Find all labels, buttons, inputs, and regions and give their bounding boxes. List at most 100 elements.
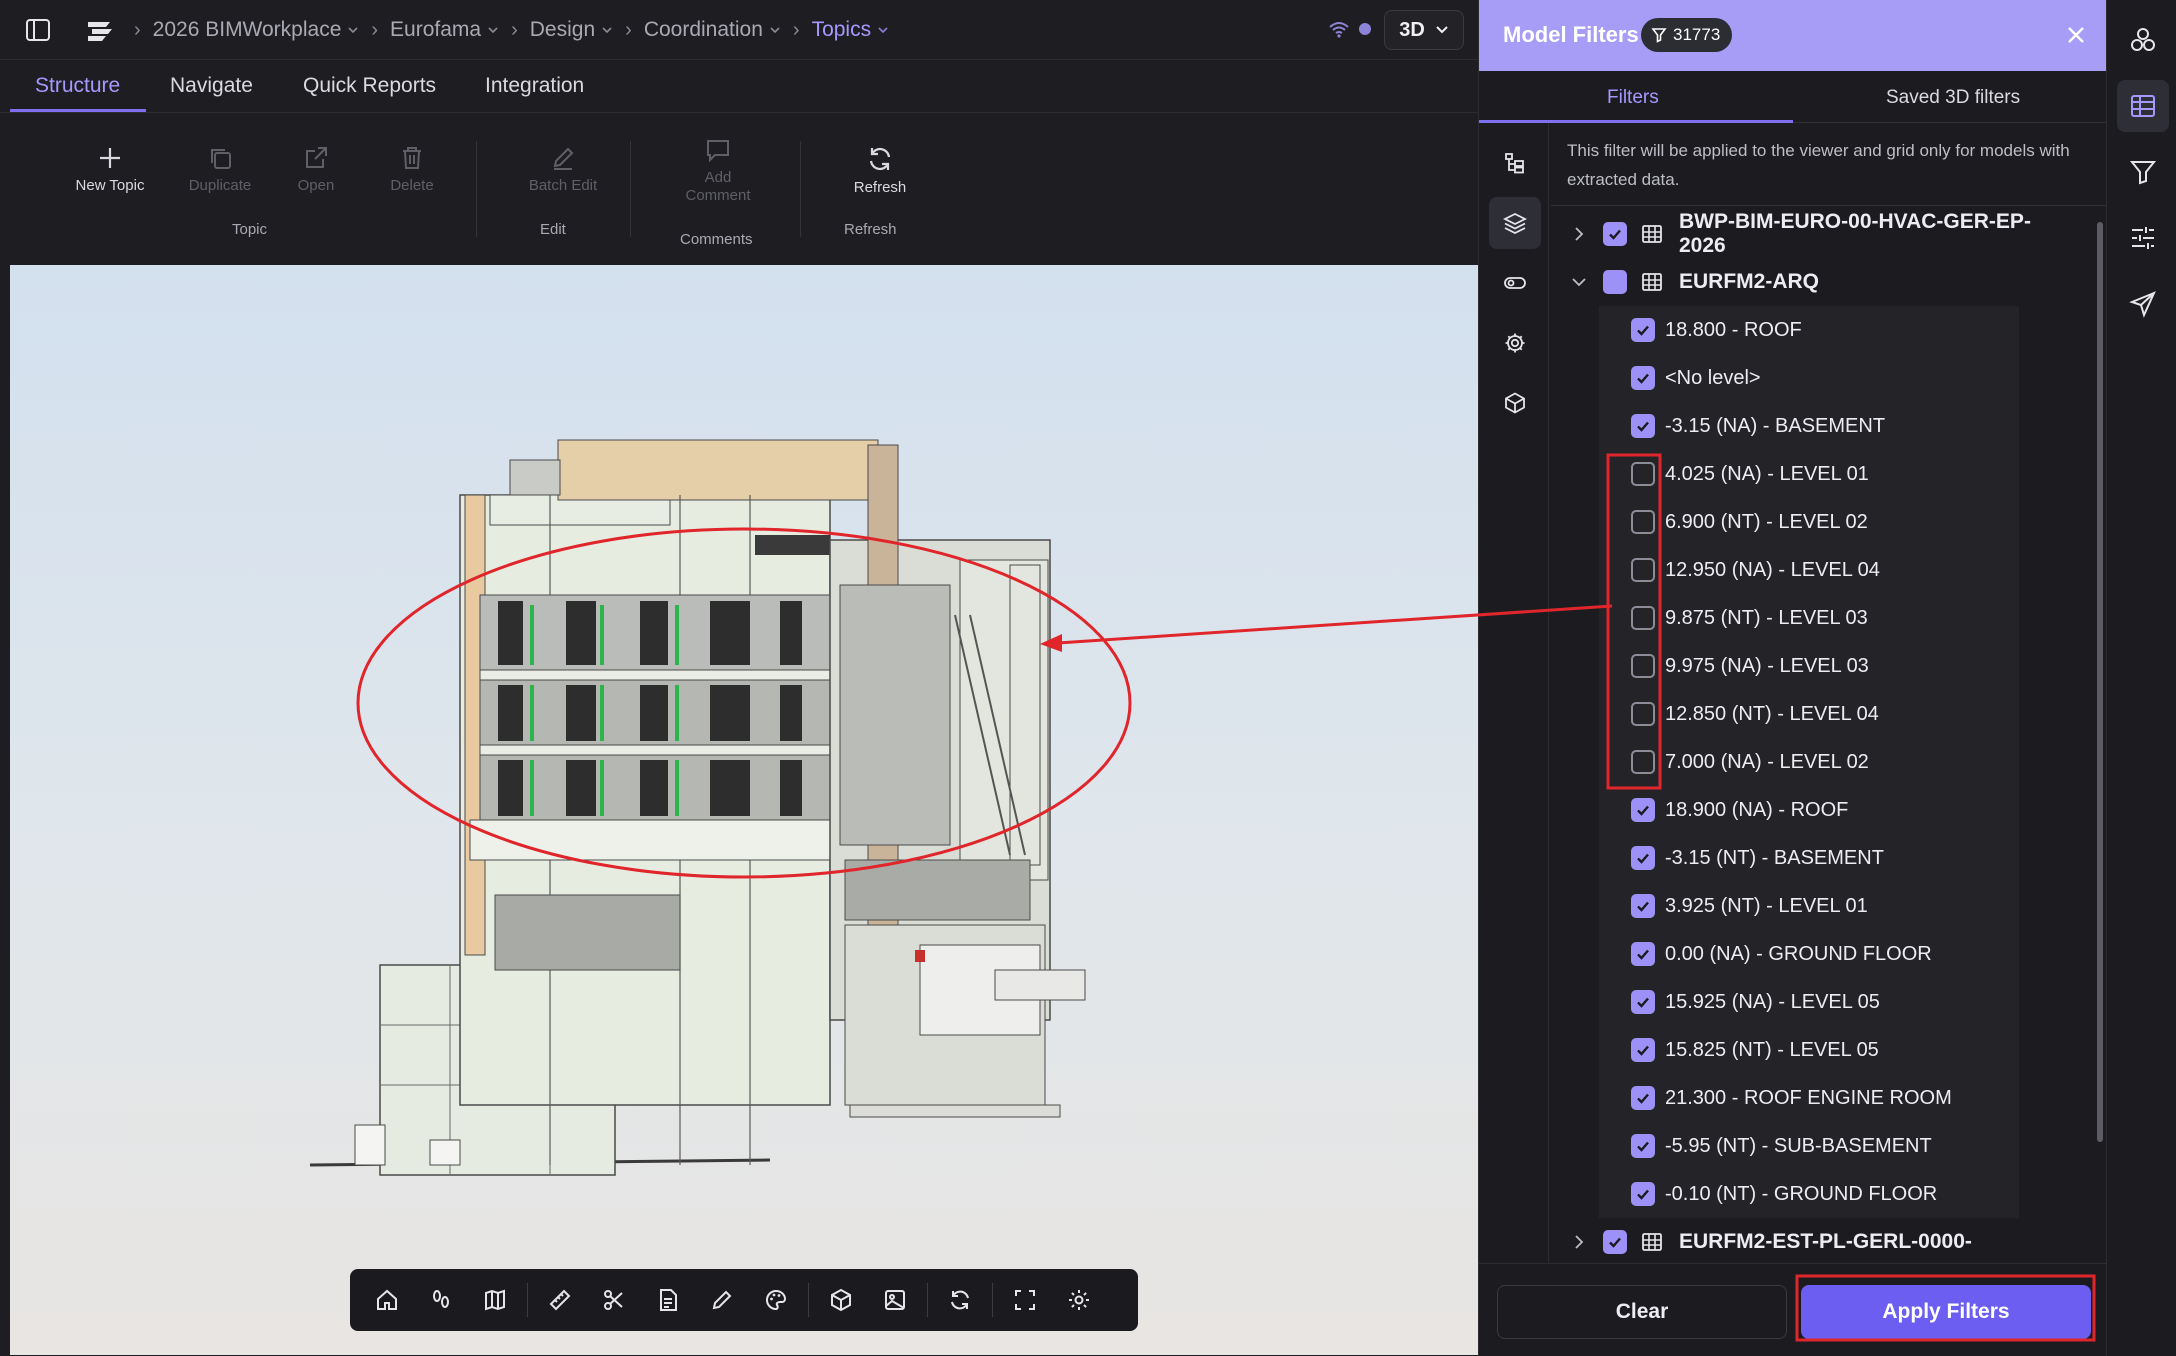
open-button[interactable]: Open <box>276 145 356 195</box>
level-checkbox[interactable] <box>1631 798 1655 822</box>
level-checkbox[interactable] <box>1631 558 1655 582</box>
level-checkbox[interactable] <box>1631 702 1655 726</box>
level-checkbox[interactable] <box>1631 462 1655 486</box>
tab-navigate[interactable]: Navigate <box>170 60 253 112</box>
add-comment-button[interactable]: Add Comment <box>666 137 770 205</box>
level-checkbox[interactable] <box>1631 1182 1655 1206</box>
toggle-icon[interactable] <box>1489 257 1541 309</box>
refresh-icon[interactable] <box>933 1273 987 1327</box>
model-checkbox[interactable] <box>1603 1230 1627 1254</box>
tab-saved-3d-filters[interactable]: Saved 3D filters <box>1886 87 2020 109</box>
level-checkbox[interactable] <box>1631 894 1655 918</box>
tab-quick-reports[interactable]: Quick Reports <box>303 60 436 112</box>
models-icon[interactable] <box>2117 14 2169 66</box>
tab-integration[interactable]: Integration <box>485 60 584 112</box>
building-model[interactable] <box>10 265 1478 1355</box>
level-row[interactable]: -3.15 (NT) - BASEMENT <box>1599 834 2019 882</box>
level-checkbox[interactable] <box>1631 990 1655 1014</box>
tab-structure[interactable]: Structure <box>35 60 120 112</box>
model-row[interactable]: EURFM2-ARQ <box>1559 258 2039 306</box>
clear-button[interactable]: Clear <box>1497 1285 1787 1339</box>
tree-scrollbar[interactable] <box>2097 222 2103 1142</box>
level-row[interactable]: 18.800 - ROOF <box>1599 306 2019 354</box>
level-checkbox[interactable] <box>1631 942 1655 966</box>
view-mode-select[interactable]: 3D <box>1384 10 1464 50</box>
section-cut-icon[interactable] <box>587 1273 641 1327</box>
measure-icon[interactable] <box>533 1273 587 1327</box>
batch-edit-button[interactable]: Batch Edit <box>510 145 616 195</box>
delete-button[interactable]: Delete <box>372 145 452 195</box>
level-row[interactable]: 6.900 (NT) - LEVEL 02 <box>1599 498 2019 546</box>
map-icon[interactable] <box>468 1273 522 1327</box>
duplicate-button[interactable]: Duplicate <box>170 145 270 195</box>
box-icon[interactable] <box>1489 377 1541 429</box>
level-row[interactable]: 12.850 (NT) - LEVEL 04 <box>1599 690 2019 738</box>
model-row[interactable]: BWP-BIM-EURO-00-HVAC-GER-EP-2026 <box>1559 210 2039 258</box>
chevron-right-icon[interactable] <box>1571 226 1587 242</box>
settings-icon[interactable] <box>1052 1273 1106 1327</box>
model-row[interactable]: EURFM2-EST-PL-GERL-0000- <box>1559 1218 2039 1265</box>
document-icon[interactable] <box>641 1273 695 1327</box>
model-checkbox[interactable] <box>1603 222 1627 246</box>
level-checkbox[interactable] <box>1631 366 1655 390</box>
3d-viewer[interactable] <box>10 265 1478 1355</box>
level-checkbox[interactable] <box>1631 1038 1655 1062</box>
level-row[interactable]: 9.975 (NA) - LEVEL 03 <box>1599 642 2019 690</box>
level-checkbox[interactable] <box>1631 654 1655 678</box>
breadcrumb-item-workspace[interactable]: 2026 BIMWorkplace <box>153 18 360 42</box>
breadcrumb-item-topics[interactable]: Topics <box>812 18 890 42</box>
palette-icon[interactable] <box>749 1273 803 1327</box>
apply-filters-button[interactable]: Apply Filters <box>1801 1285 2091 1339</box>
level-row[interactable]: 15.925 (NA) - LEVEL 05 <box>1599 978 2019 1026</box>
level-row[interactable]: 7.000 (NA) - LEVEL 02 <box>1599 738 2019 786</box>
sliders-icon[interactable] <box>2117 212 2169 264</box>
home-icon[interactable] <box>360 1273 414 1327</box>
level-checkbox[interactable] <box>1631 1086 1655 1110</box>
chevron-down-icon <box>770 27 780 34</box>
cube-icon[interactable] <box>814 1273 868 1327</box>
breadcrumb-separator: › <box>792 18 800 41</box>
breadcrumb-item-project[interactable]: Eurofama <box>390 18 499 42</box>
level-checkbox[interactable] <box>1631 510 1655 534</box>
tree-icon[interactable] <box>1489 137 1541 189</box>
level-row[interactable]: -0.10 (NT) - GROUND FLOOR <box>1599 1170 2019 1218</box>
chevron-right-icon[interactable] <box>1571 1234 1587 1250</box>
level-row[interactable]: -5.95 (NT) - SUB-BASEMENT <box>1599 1122 2019 1170</box>
tab-filters[interactable]: Filters <box>1607 87 1659 109</box>
level-checkbox[interactable] <box>1631 846 1655 870</box>
table-icon[interactable] <box>2117 80 2169 132</box>
level-checkbox[interactable] <box>1631 1134 1655 1158</box>
new-topic-button[interactable]: New Topic <box>54 145 166 195</box>
sidebar-toggle-icon[interactable] <box>24 16 52 44</box>
ribbon-toolbar: New Topic Duplicate Open Delete Topic Ba… <box>10 113 1478 264</box>
walk-icon[interactable] <box>414 1273 468 1327</box>
layers-icon[interactable] <box>1489 197 1541 249</box>
markup-pen-icon[interactable] <box>695 1273 749 1327</box>
fullscreen-icon[interactable] <box>998 1273 1052 1327</box>
refresh-button[interactable]: Refresh <box>830 145 930 197</box>
breadcrumb-item-design[interactable]: Design <box>530 18 613 42</box>
close-icon[interactable] <box>2065 24 2087 46</box>
send-icon[interactable] <box>2117 278 2169 330</box>
level-checkbox[interactable] <box>1631 318 1655 342</box>
level-checkbox[interactable] <box>1631 414 1655 438</box>
level-row[interactable]: -3.15 (NA) - BASEMENT <box>1599 402 2019 450</box>
app-logo-icon[interactable] <box>84 16 116 44</box>
level-row[interactable]: 4.025 (NA) - LEVEL 01 <box>1599 450 2019 498</box>
level-row[interactable]: 18.900 (NA) - ROOF <box>1599 786 2019 834</box>
filter-icon[interactable] <box>2117 146 2169 198</box>
gear-icon[interactable] <box>1489 317 1541 369</box>
model-checkbox[interactable] <box>1603 270 1627 294</box>
level-checkbox[interactable] <box>1631 750 1655 774</box>
breadcrumb-item-coordination[interactable]: Coordination <box>644 18 781 42</box>
level-row[interactable]: 12.950 (NA) - LEVEL 04 <box>1599 546 2019 594</box>
level-row[interactable]: <No level> <box>1599 354 2019 402</box>
level-row[interactable]: 9.875 (NT) - LEVEL 03 <box>1599 594 2019 642</box>
level-row[interactable]: 3.925 (NT) - LEVEL 01 <box>1599 882 2019 930</box>
level-row[interactable]: 0.00 (NA) - GROUND FLOOR <box>1599 930 2019 978</box>
level-row[interactable]: 21.300 - ROOF ENGINE ROOM <box>1599 1074 2019 1122</box>
level-checkbox[interactable] <box>1631 606 1655 630</box>
chevron-down-icon[interactable] <box>1571 274 1587 290</box>
image-icon[interactable] <box>868 1273 922 1327</box>
level-row[interactable]: 15.825 (NT) - LEVEL 05 <box>1599 1026 2019 1074</box>
